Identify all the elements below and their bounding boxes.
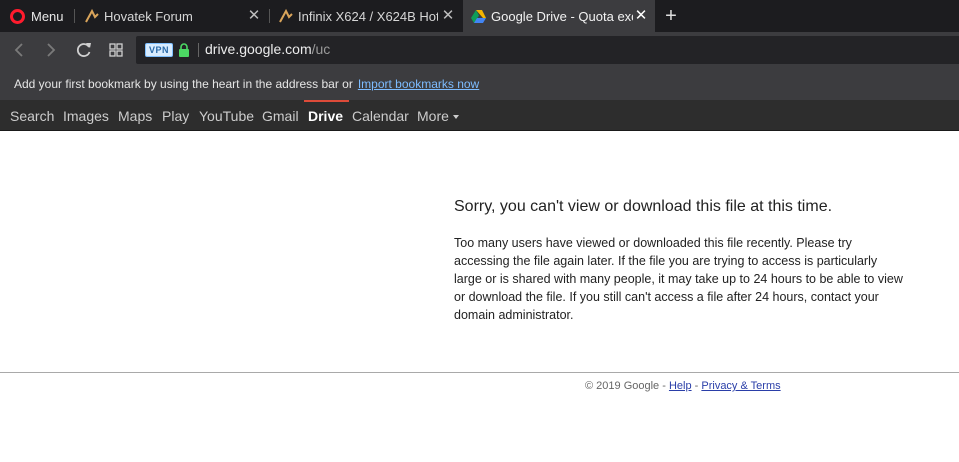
privacy-terms-link[interactable]: Privacy & Terms	[701, 380, 780, 392]
error-message-panel: Sorry, you can't view or download this f…	[454, 198, 914, 324]
url-host: drive.google.com	[205, 41, 312, 57]
chevron-right-icon	[47, 43, 56, 57]
new-tab-button[interactable]: +	[660, 5, 682, 27]
tab-title: Hovatek Forum	[104, 8, 193, 24]
hovatek-favicon-icon	[279, 8, 293, 23]
gbar-item-play[interactable]: Play	[162, 100, 189, 131]
reload-button[interactable]	[72, 38, 96, 62]
back-button[interactable]	[8, 38, 32, 62]
vpn-badge[interactable]: VPN	[145, 43, 174, 57]
opera-logo-icon	[10, 8, 25, 24]
import-bookmarks-link[interactable]: Import bookmarks now	[358, 77, 479, 91]
url-path: /uc	[311, 41, 331, 57]
footer-separator: -	[694, 380, 699, 392]
chevron-left-icon	[14, 43, 23, 57]
footer-divider	[0, 372, 959, 373]
forward-button[interactable]	[38, 38, 62, 62]
help-link[interactable]: Help	[669, 380, 692, 392]
lock-icon[interactable]	[178, 43, 190, 57]
gbar-item-calendar[interactable]: Calendar	[352, 100, 409, 131]
error-description: Too many users have viewed or downloaded…	[454, 236, 903, 322]
reload-icon	[76, 43, 91, 57]
gbar-item-maps[interactable]: Maps	[118, 100, 152, 131]
address-bar[interactable]: VPN drive.google.com/uc	[136, 36, 959, 64]
gbar-item-images[interactable]: Images	[63, 100, 109, 131]
footer: © 2019 Google - Help - Privacy & Terms	[585, 380, 781, 392]
url-separator	[198, 43, 199, 57]
bookmark-hint-text: Add your first bookmark by using the hea…	[14, 77, 353, 91]
gbar-item-search[interactable]: Search	[10, 100, 54, 131]
opera-menu-button[interactable]: Menu	[0, 0, 72, 32]
tab-title: Infinix X624 / X624B Hot 7	[298, 8, 438, 24]
gbar-item-gmail[interactable]: Gmail	[262, 100, 299, 131]
google-nav-bar: Search Images Maps Play YouTube Gmail Dr…	[0, 100, 959, 131]
footer-copyright: © 2019 Google -	[585, 380, 666, 392]
caret-down-icon	[452, 115, 459, 120]
google-drive-favicon-icon	[471, 10, 486, 23]
address-toolbar: VPN drive.google.com/uc	[0, 32, 959, 68]
url-text[interactable]: drive.google.com/uc	[205, 41, 330, 57]
speed-dial-button[interactable]	[104, 38, 128, 62]
bookmark-hint-bar: Add your first bookmark by using the hea…	[0, 68, 959, 100]
gbar-item-youtube[interactable]: YouTube	[199, 100, 254, 131]
gbar-item-drive[interactable]: Drive	[303, 100, 350, 131]
gbar-item-more[interactable]: More	[417, 100, 459, 131]
tab-infinix[interactable]: Infinix X624 / X624B Hot 7 ✕	[270, 0, 462, 32]
error-headline: Sorry, you can't view or download this f…	[454, 198, 833, 215]
tab-separator	[74, 9, 75, 23]
hovatek-favicon-icon	[85, 8, 99, 23]
grid-icon	[109, 43, 123, 57]
more-label: More	[417, 108, 449, 124]
close-tab-icon[interactable]: ✕	[440, 8, 456, 24]
close-tab-icon[interactable]: ✕	[246, 8, 262, 24]
tab-hovatek-forum[interactable]: Hovatek Forum ✕	[76, 0, 268, 32]
tab-google-drive[interactable]: Google Drive - Quota exceeded ✕	[463, 0, 655, 32]
close-tab-icon[interactable]: ✕	[633, 8, 649, 24]
tab-strip: Menu Hovatek Forum ✕ Infinix X624 / X624…	[0, 0, 959, 32]
tab-title: Google Drive - Quota exceeded	[491, 8, 633, 24]
menu-label: Menu	[31, 8, 64, 24]
